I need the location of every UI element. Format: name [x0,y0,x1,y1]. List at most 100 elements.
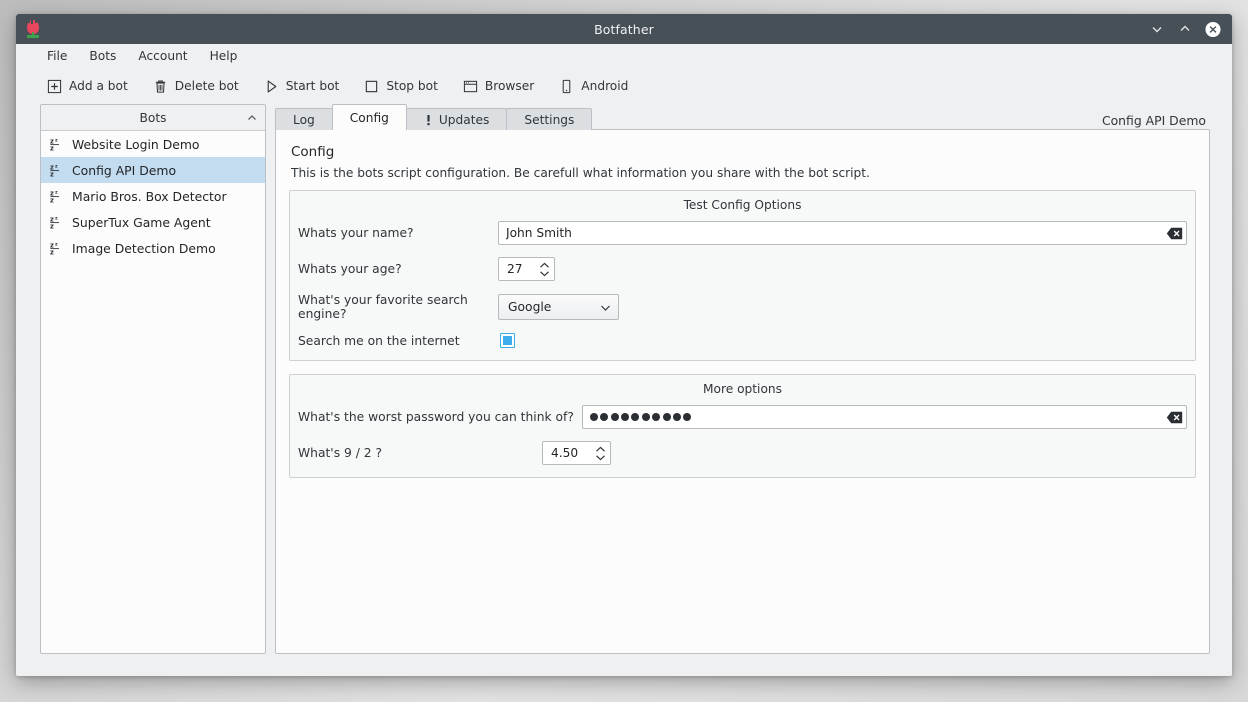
menu-item-file[interactable]: File [38,46,76,66]
minimize-button[interactable] [1149,21,1165,37]
tab-updates[interactable]: Updates [406,108,508,130]
bots-sidebar: Bots z z z Website Login Demo [40,104,266,654]
browser-label: Browser [485,79,534,93]
window-title: Botfather [16,22,1232,37]
sidebar-item-label: Config API Demo [72,163,176,178]
start-bot-button[interactable]: Start bot [257,75,347,98]
backspace-clear-icon[interactable] [1166,227,1183,240]
chevron-up-icon [1178,22,1192,36]
field-row-age: Whats your age? 27 [296,257,1187,281]
stop-bot-label: Stop bot [386,79,438,93]
stop-square-icon [364,79,379,94]
svg-text:z: z [50,248,54,255]
svg-text:z: z [55,165,58,170]
menu-bar: File Bots Account Help [16,44,1232,68]
current-bot-title: Config API Demo [1102,113,1210,130]
svg-text:z: z [55,139,58,144]
svg-text:z: z [50,222,54,229]
group-more-options: More options What's the worst password y… [289,374,1196,478]
tab-config[interactable]: Config [332,104,407,130]
sidebar-item-website-login-demo[interactable]: z z z Website Login Demo [41,131,265,157]
spin-arrows-icon[interactable] [537,260,552,278]
svg-text:z: z [55,191,58,196]
browser-button[interactable]: Browser [456,75,541,98]
checkbox-mark-icon [503,336,512,345]
sidebar-item-supertux-game-agent[interactable]: z z z SuperTux Game Agent [41,209,265,235]
bots-panel-title: Bots [140,111,167,125]
page-description: This is the bots script configuration. B… [291,166,1196,180]
group-body: What's the worst password you can think … [290,405,1195,477]
password-field-label: What's the worst password you can think … [296,410,574,424]
tab-log[interactable]: Log [275,108,333,130]
tab-log-label: Log [293,113,315,127]
sidebar-item-label: Website Login Demo [72,137,200,152]
tab-settings[interactable]: Settings [506,108,592,130]
division-stepper[interactable]: 4.50 [542,441,611,465]
field-row-name: Whats your name? John Smith [296,221,1187,245]
age-stepper[interactable]: 27 [498,257,555,281]
bot-script-icon: z z z [50,241,63,255]
name-input[interactable]: John Smith [498,221,1187,245]
backspace-clear-icon[interactable] [1166,411,1183,424]
menu-item-account[interactable]: Account [129,46,196,66]
tab-settings-label: Settings [524,113,574,127]
title-bar: Botfather [16,14,1232,44]
search-engine-select[interactable]: Google [498,294,619,320]
password-masked-value [590,413,1166,421]
app-window: Botfather File Bots Account [16,14,1232,676]
svg-text:z: z [50,196,54,203]
delete-bot-label: Delete bot [175,79,239,93]
field-row-search-engine: What's your favorite search engine? Goog… [296,293,1187,321]
group-test-config-options: Test Config Options Whats your name? Joh… [289,190,1196,361]
close-circle-icon [1205,21,1221,38]
search-engine-select-value: Google [508,300,591,314]
page-title: Config [291,144,1196,160]
bots-panel-header[interactable]: Bots [41,105,265,131]
chevron-down-icon [1150,22,1164,36]
sidebar-item-label: Mario Bros. Box Detector [72,189,227,204]
name-field-label: Whats your name? [296,226,498,240]
plus-box-icon [47,79,62,94]
search-engine-field-label: What's your favorite search engine? [296,293,498,321]
bot-script-icon: z z z [50,189,63,203]
bot-list: z z z Website Login Demo z z z Config AP… [41,131,265,261]
window-controls [1149,21,1232,37]
bot-script-icon: z z z [50,163,63,177]
division-field-label: What's 9 / 2 ? [296,446,542,460]
menu-item-bots[interactable]: Bots [80,46,125,66]
spin-arrows-icon[interactable] [593,444,608,462]
delete-bot-button[interactable]: Delete bot [146,75,246,98]
play-icon [264,79,279,94]
sidebar-item-mario-bros-box-detector[interactable]: z z z Mario Bros. Box Detector [41,183,265,209]
sidebar-item-label: Image Detection Demo [72,241,216,256]
main-content: Bots z z z Website Login Demo [16,104,1232,676]
add-bot-label: Add a bot [69,79,128,93]
sidebar-item-config-api-demo[interactable]: z z z Config API Demo [41,157,265,183]
chevron-down-icon [599,301,612,314]
tab-updates-label: Updates [439,113,490,127]
svg-text:z: z [50,170,54,177]
field-row-password: What's the worst password you can think … [296,405,1187,429]
sidebar-item-label: SuperTux Game Agent [72,215,211,230]
stop-bot-button[interactable]: Stop bot [357,75,445,98]
sidebar-item-image-detection-demo[interactable]: z z z Image Detection Demo [41,235,265,261]
bot-detail-area: Log Config Updates Settings Config API D… [275,104,1210,654]
android-button[interactable]: Android [552,75,635,98]
menu-item-help[interactable]: Help [201,46,247,66]
search-me-checkbox[interactable] [500,333,515,348]
svg-text:z: z [55,217,58,222]
age-stepper-value: 27 [507,262,531,276]
group-body: Whats your name? John Smith Whats your a… [290,221,1195,360]
chevron-up-icon[interactable] [246,112,258,124]
maximize-button[interactable] [1177,21,1193,37]
close-button[interactable] [1205,21,1221,37]
field-row-search-me: Search me on the internet [296,333,1187,348]
division-stepper-value: 4.50 [551,446,587,460]
add-bot-button[interactable]: Add a bot [40,75,135,98]
password-input[interactable] [582,405,1187,429]
tulip-logo-icon [24,19,42,39]
age-field-label: Whats your age? [296,262,498,276]
config-panel: Config This is the bots script configura… [275,129,1210,654]
group-title: More options [290,375,1195,405]
phone-icon [559,79,574,94]
